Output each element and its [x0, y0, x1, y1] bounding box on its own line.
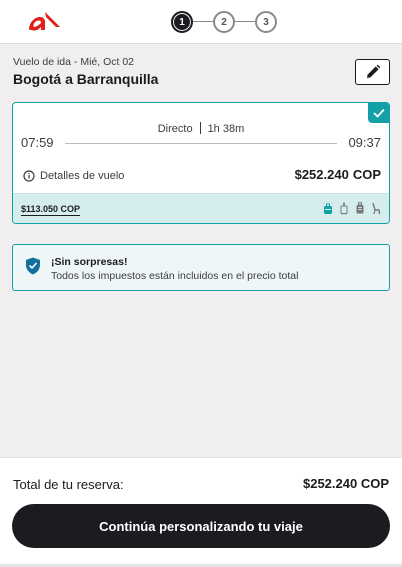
step-3[interactable]: 3	[255, 11, 277, 33]
booking-footer: Total de tu reserva: $252.240 COP Contin…	[0, 457, 402, 567]
checked-bag-icon	[356, 202, 364, 214]
alternate-fare-price[interactable]: $113.050 COP	[21, 204, 81, 216]
main-content: Vuelo de ida - Mié, Oct 02 Bogotá a Barr…	[0, 44, 402, 457]
fare-bar[interactable]: $113.050 COP	[13, 193, 389, 223]
notice-text: Todos los impuestos están incluidos en e…	[51, 270, 299, 282]
personal-item-icon	[324, 203, 332, 214]
check-icon	[373, 108, 385, 118]
flight-date-subtitle: Vuelo de ida - Mié, Oct 02	[13, 56, 135, 68]
flight-duration: 1h 38m	[207, 123, 245, 135]
notice-title: ¡Sin sorpresas!	[51, 256, 128, 268]
price-currency: COP	[352, 167, 381, 182]
details-label: Detalles de vuelo	[40, 170, 125, 182]
info-icon	[23, 170, 35, 182]
pencil-icon	[366, 64, 380, 78]
arrival-time: 09:37	[348, 135, 381, 150]
divider	[199, 122, 201, 134]
carry-on-icon	[340, 202, 348, 215]
step-2[interactable]: 2	[213, 11, 235, 33]
step-connector	[235, 21, 255, 22]
flight-type-label: Directo	[157, 123, 193, 135]
departure-time: 07:59	[21, 135, 54, 150]
flight-option-card[interactable]: Directo 1h 38m 07:59 09:37 Detalles de vu…	[12, 102, 390, 224]
route-title: Bogotá a Barranquilla	[13, 71, 159, 87]
flight-timeline	[65, 143, 337, 144]
edit-flight-button[interactable]	[355, 59, 390, 85]
avianca-logo-icon[interactable]	[26, 8, 62, 34]
total-label: Total de tu reserva:	[13, 477, 124, 492]
total-price: $252.240 COP	[302, 476, 389, 491]
flight-details-link[interactable]: Detalles de vuelo	[23, 170, 124, 182]
amenity-icons	[323, 202, 381, 215]
fare-price: $252.240 COP	[295, 167, 381, 182]
flight-type-duration: Directo 1h 38m	[13, 122, 389, 135]
step-connector	[193, 21, 213, 22]
seat-icon	[372, 202, 381, 215]
top-header: 1 2 3	[0, 0, 402, 44]
price-amount: $252.240	[294, 167, 349, 182]
continue-button[interactable]: Continúa personalizando tu viaje	[12, 504, 390, 548]
booking-stepper: 1 2 3	[171, 11, 279, 33]
no-surprises-notice: ¡Sin sorpresas! Todos los impuestos está…	[12, 244, 390, 291]
selected-badge	[368, 103, 389, 123]
step-1[interactable]: 1	[171, 11, 193, 33]
shield-check-icon	[26, 257, 40, 275]
